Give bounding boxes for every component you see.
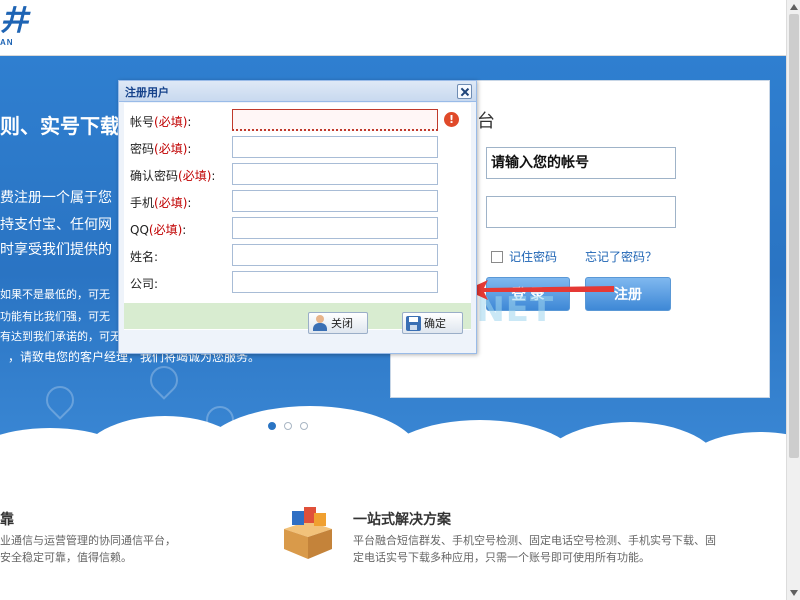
feature-solution-text: 平台融合短信群发、手机空号检测、固定电话空号检测、手机实号下载、固 bbox=[353, 534, 716, 547]
package-icon bbox=[284, 507, 332, 559]
field-label: QQ(必填): bbox=[130, 223, 187, 237]
carousel-dot[interactable] bbox=[300, 422, 308, 430]
feature-solution-title: 一站式解决方案 bbox=[353, 512, 451, 528]
error-icon: ! bbox=[444, 112, 459, 127]
remember-password[interactable]: 记住密码 bbox=[491, 248, 557, 265]
feature-reliable-title: 靠 bbox=[0, 512, 14, 528]
remember-checkbox[interactable] bbox=[491, 250, 503, 263]
field-label: 公司: bbox=[130, 277, 159, 291]
page-scrollbar[interactable] bbox=[786, 0, 800, 600]
map-pin-icon bbox=[144, 360, 184, 400]
scroll-down-icon[interactable] bbox=[789, 588, 799, 598]
feature-solution-text: 定电话实号下载多种应用，只需一个账号即可使用所有功能。 bbox=[353, 551, 650, 564]
register-dialog: 注册用户 帐号(必填): ! 密码(必填): 确认密码(必填): 手机(必填):… bbox=[118, 80, 477, 354]
site-logo[interactable]: 井 AN bbox=[0, 4, 29, 48]
scrollbar-thumb[interactable] bbox=[789, 14, 799, 458]
banner-small-line: 如果不是最低的，可无 bbox=[0, 288, 110, 301]
scroll-up-icon[interactable] bbox=[789, 2, 799, 12]
banner-text-line: 费注册一个属于您 bbox=[0, 190, 112, 206]
carousel-dots bbox=[268, 422, 308, 430]
banner-small-line: 功能有比我们强，可无 bbox=[0, 310, 110, 323]
save-icon bbox=[406, 315, 421, 331]
feature-reliable-text: 业通信与运营管理的协同通信平台， bbox=[0, 534, 176, 547]
field-label: 姓名: bbox=[130, 250, 159, 264]
logo-glyph: 井 bbox=[0, 4, 29, 37]
company-field[interactable] bbox=[232, 271, 438, 293]
logo-subtext: AN bbox=[0, 38, 14, 47]
field-label: 密码(必填): bbox=[130, 142, 192, 156]
mobile-field[interactable] bbox=[232, 190, 438, 212]
qq-field[interactable] bbox=[232, 217, 438, 239]
user-icon bbox=[312, 315, 328, 331]
banner-text-line: 时享受我们提供的 bbox=[0, 242, 112, 258]
field-label: 帐号(必填): bbox=[130, 115, 192, 129]
cloud-shape bbox=[540, 422, 720, 450]
red-arrow-icon bbox=[466, 280, 614, 300]
forgot-password-link[interactable]: 忘记了密码？ bbox=[585, 248, 657, 265]
login-title: 台 bbox=[477, 111, 495, 132]
banner-small-line: 有达到我们承诺的，可无 bbox=[0, 330, 121, 343]
carousel-dot[interactable] bbox=[284, 422, 292, 430]
password-field[interactable] bbox=[232, 136, 438, 158]
banner-text-line: 持支付宝、任何网 bbox=[0, 217, 112, 233]
username-input[interactable]: 请输入您的帐号 bbox=[486, 147, 676, 179]
dialog-ok-button[interactable]: 确定 bbox=[402, 312, 463, 334]
field-label: 手机(必填): bbox=[130, 196, 192, 210]
name-field[interactable] bbox=[232, 244, 438, 266]
close-button-label: 关闭 bbox=[331, 317, 353, 330]
top-header: 井 AN bbox=[0, 0, 786, 56]
dialog-form: 帐号(必填): ! 密码(必填): 确认密码(必填): 手机(必填): QQ(必… bbox=[124, 103, 471, 330]
confirm-password-field[interactable] bbox=[232, 163, 438, 185]
dialog-header[interactable]: 注册用户 bbox=[119, 81, 476, 102]
dialog-close-button[interactable]: 关闭 bbox=[308, 312, 368, 334]
ok-button-label: 确定 bbox=[424, 317, 446, 330]
map-pin-icon bbox=[40, 380, 80, 420]
dialog-title: 注册用户 bbox=[125, 86, 169, 99]
remember-label[interactable]: 记住密码 bbox=[509, 248, 557, 265]
field-label: 确认密码(必填): bbox=[130, 169, 216, 183]
cloud-shape bbox=[200, 406, 420, 450]
carousel-dot[interactable] bbox=[268, 422, 276, 430]
username-value: 请输入您的帐号 bbox=[491, 155, 589, 171]
feature-reliable-text: 安全稳定可靠，值得信赖。 bbox=[0, 551, 132, 564]
dialog-close-icon[interactable] bbox=[457, 84, 472, 99]
account-input[interactable] bbox=[232, 109, 438, 131]
password-input[interactable] bbox=[486, 196, 676, 228]
